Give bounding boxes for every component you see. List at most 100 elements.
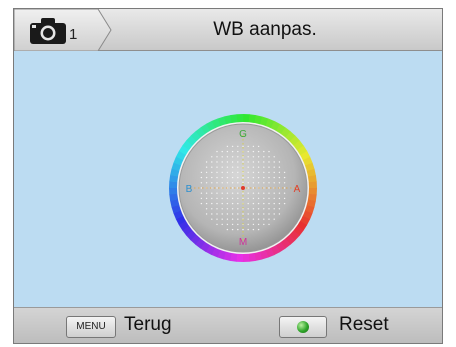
grid-dot	[263, 192, 265, 194]
grid-dot	[247, 156, 249, 158]
grid-dot	[231, 228, 234, 231]
grid-dot	[216, 161, 218, 163]
grid-dot	[242, 176, 244, 179]
grid-dot	[247, 161, 249, 163]
camera-icon	[30, 18, 66, 44]
grid-dot	[283, 202, 286, 205]
label-b: B	[186, 184, 193, 195]
grid-dot	[242, 192, 244, 194]
grid-dot	[242, 197, 244, 200]
grid-dot	[237, 166, 239, 168]
grid-dot	[221, 218, 223, 220]
grid-dot	[221, 182, 223, 184]
grid-dot	[263, 156, 265, 158]
grid-dot	[231, 171, 234, 174]
grid-dot	[205, 192, 208, 194]
grid-dot	[216, 202, 218, 205]
grid-dot	[242, 145, 244, 148]
menu-button[interactable]: MENU	[66, 316, 116, 338]
grid-dot	[263, 197, 265, 200]
grid-dot	[257, 192, 260, 194]
grid-dot	[257, 176, 260, 179]
grid-dot	[252, 156, 255, 158]
grid-dot	[216, 171, 218, 174]
label-a: A	[294, 184, 301, 195]
grid-dot	[257, 218, 260, 220]
grid-dot	[252, 208, 255, 210]
grid-dot	[205, 197, 208, 200]
grid-dot	[231, 218, 234, 220]
grid-dot	[273, 171, 275, 174]
grid-dot	[216, 156, 218, 158]
grid-dot	[247, 166, 249, 168]
wb-adjust-screen: 1 WB aanpas. G M B A MENU Terug Reset	[13, 8, 443, 344]
wb-cursor[interactable]	[241, 186, 245, 190]
grid-dot	[226, 223, 229, 226]
grid-dot	[200, 182, 203, 184]
grid-dot	[257, 166, 260, 168]
grid-dot	[268, 176, 270, 179]
grid-dot	[247, 187, 249, 189]
grid-dot	[252, 145, 255, 148]
grid-dot	[216, 192, 218, 194]
grid-dot	[273, 218, 275, 220]
grid-dot	[283, 176, 286, 179]
grid-dot	[216, 166, 218, 168]
grid-dot	[231, 176, 234, 179]
grid-dot	[226, 218, 229, 220]
grid-dot	[231, 197, 234, 200]
grid-dot	[263, 213, 265, 215]
wb-color-wheel[interactable]: G M B A	[168, 113, 318, 263]
grid-dot	[257, 156, 260, 158]
grid-dot	[226, 208, 229, 210]
grid-dot	[273, 166, 275, 168]
grid-dot	[226, 145, 229, 148]
mode-number: 1	[69, 26, 78, 43]
shooting-mode-tab[interactable]: 1	[14, 9, 112, 51]
grid-dot	[268, 156, 270, 158]
grid-dot	[226, 156, 229, 158]
grid-dot	[200, 187, 203, 189]
grid-dot	[216, 223, 218, 226]
ok-button[interactable]	[279, 316, 327, 338]
grid-dot	[205, 213, 208, 215]
grid-dot	[268, 187, 270, 189]
grid-dot	[247, 202, 249, 205]
grid-dot	[252, 176, 255, 179]
grid-dot	[211, 197, 213, 200]
grid-dot	[257, 213, 260, 215]
grid-dot	[211, 208, 213, 210]
grid-dot	[278, 161, 281, 163]
grid-dot	[263, 171, 265, 174]
grid-dot	[226, 228, 229, 231]
grid-dot	[231, 145, 234, 148]
grid-dot	[273, 213, 275, 215]
grid-dot	[226, 197, 229, 200]
grid-dot	[216, 150, 218, 153]
grid-dot	[283, 197, 286, 200]
grid-dot	[247, 228, 249, 231]
grid-dot	[211, 202, 213, 205]
grid-dot	[237, 150, 239, 153]
grid-dot	[283, 192, 286, 194]
grid-dot	[252, 182, 255, 184]
grid-dot	[237, 208, 239, 210]
grid-dot	[221, 161, 223, 163]
grid-dot	[221, 192, 223, 194]
grid-dot	[247, 208, 249, 210]
grid-dot	[216, 218, 218, 220]
grid-dot	[257, 150, 260, 153]
grid-dot	[278, 192, 281, 194]
grid-dot	[221, 150, 223, 153]
grid-dot	[221, 202, 223, 205]
grid-dot	[263, 150, 265, 153]
back-label[interactable]: Terug	[124, 314, 172, 336]
grid-dot	[205, 202, 208, 205]
grid-dot	[200, 192, 203, 194]
reset-label[interactable]: Reset	[339, 314, 389, 336]
grid-dot	[273, 202, 275, 205]
grid-dot	[226, 171, 229, 174]
grid-dot	[216, 182, 218, 184]
grid-dot	[257, 145, 260, 148]
grid-dot	[283, 171, 286, 174]
